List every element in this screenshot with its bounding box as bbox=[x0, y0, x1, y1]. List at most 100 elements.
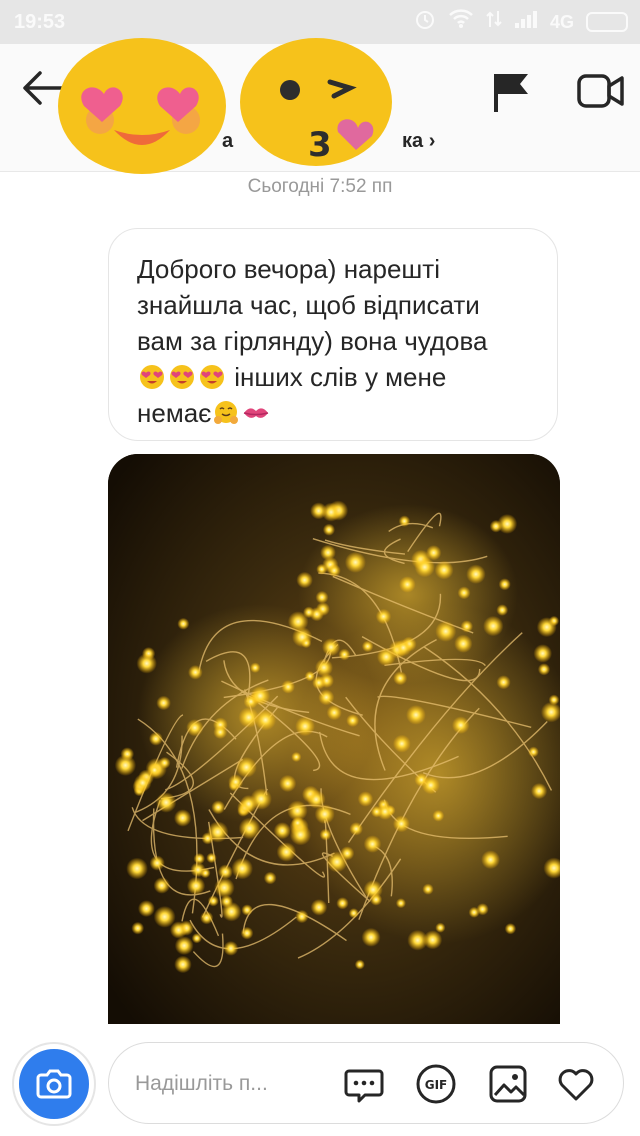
garland-bulb bbox=[496, 604, 509, 616]
garland-bulb bbox=[370, 805, 383, 818]
network-label: 4G bbox=[549, 11, 574, 32]
camera-icon bbox=[36, 1069, 72, 1099]
garland-bulb bbox=[548, 694, 560, 706]
garland-bulb bbox=[346, 714, 360, 728]
garland-bulb bbox=[239, 794, 258, 813]
garland-bulb bbox=[357, 791, 374, 807]
like-button[interactable] bbox=[555, 1063, 597, 1105]
garland-bulb bbox=[483, 615, 504, 637]
garland-bulb bbox=[312, 675, 326, 690]
garland-bulb bbox=[291, 751, 302, 763]
garland-bulb bbox=[186, 876, 206, 896]
garland-bulb bbox=[376, 647, 396, 667]
gallery-button[interactable] bbox=[487, 1063, 529, 1105]
garland-bulb bbox=[537, 663, 551, 676]
garland-bulb bbox=[340, 846, 355, 861]
garland-bulb bbox=[392, 734, 411, 753]
garland-bulb bbox=[148, 731, 163, 746]
data-transfer-icon bbox=[486, 9, 502, 35]
photo-message[interactable] bbox=[108, 454, 560, 1024]
garland-bulb bbox=[406, 705, 426, 725]
garland-bulb bbox=[319, 828, 332, 841]
chat-dots-icon bbox=[344, 1069, 384, 1103]
garland-bulb bbox=[536, 617, 557, 638]
garland-bulb bbox=[200, 911, 214, 925]
gif-icon: GIF bbox=[416, 1064, 456, 1104]
garland-bulb bbox=[435, 620, 457, 642]
sticker-button[interactable] bbox=[343, 1063, 385, 1105]
garland-bulb bbox=[454, 634, 473, 653]
video-call-button[interactable] bbox=[576, 70, 626, 114]
garland-bulb bbox=[155, 792, 177, 813]
message-text: Доброго вечора) нарешті знайшла час, щоб… bbox=[137, 251, 547, 431]
garland-bulb bbox=[223, 940, 239, 956]
battery-icon bbox=[586, 12, 628, 32]
camera-button[interactable] bbox=[14, 1044, 94, 1124]
garland-bulb bbox=[191, 933, 202, 944]
heart-eyes-emoji bbox=[58, 38, 226, 174]
svg-text:GIF: GIF bbox=[425, 1078, 448, 1092]
garland-bulb bbox=[174, 936, 194, 956]
garland-bulb bbox=[295, 716, 315, 737]
garland-bulb bbox=[214, 877, 235, 898]
garland-bulb bbox=[217, 864, 233, 880]
heart-eyes-emoji-icon bbox=[140, 365, 164, 389]
garland-bulb bbox=[131, 921, 145, 935]
video-camera-icon bbox=[577, 74, 624, 108]
garland-bulb bbox=[314, 804, 335, 825]
garland-bulb bbox=[137, 900, 155, 918]
garland-bulb bbox=[336, 897, 349, 910]
garland-bulb bbox=[363, 835, 382, 853]
garland-bulb bbox=[528, 746, 539, 758]
svg-text:3: 3 bbox=[308, 125, 332, 165]
garland-bulb bbox=[207, 895, 219, 907]
flag-button[interactable] bbox=[490, 70, 534, 114]
garland-bulb bbox=[322, 638, 341, 657]
garland-bulb bbox=[395, 898, 406, 909]
garland-bulb bbox=[149, 855, 165, 871]
heart-eyes-emoji-icon bbox=[200, 365, 224, 389]
garland-bulb bbox=[186, 719, 204, 737]
garland-bulb bbox=[399, 576, 416, 593]
garland-bulb bbox=[533, 644, 553, 663]
flag-icon bbox=[494, 74, 528, 112]
garland-bulb bbox=[276, 842, 297, 862]
garland-bulb bbox=[498, 578, 511, 591]
garland-bulb bbox=[466, 564, 486, 584]
garland-bulb bbox=[392, 815, 410, 833]
garland-bulb bbox=[435, 922, 446, 933]
garland-bulb bbox=[213, 725, 228, 740]
garland-bulb bbox=[375, 608, 392, 625]
garland-bulb bbox=[407, 929, 428, 951]
garland-bulb bbox=[188, 664, 203, 680]
garland-bulb bbox=[174, 955, 192, 974]
garland-bulb bbox=[177, 617, 190, 630]
garland-bulb bbox=[344, 551, 366, 573]
garland-bulb bbox=[273, 822, 291, 840]
garland-bulb bbox=[434, 560, 454, 580]
garland-bulb bbox=[315, 658, 334, 677]
message-line: Доброго вечора) нарешті bbox=[137, 254, 440, 284]
contact-name-end: ка › bbox=[402, 130, 436, 152]
garland-bulb bbox=[394, 639, 412, 657]
message-input[interactable] bbox=[135, 1069, 315, 1099]
message-line: вам за гірлянду) вона чудова bbox=[137, 326, 488, 356]
garland-bulb bbox=[241, 904, 253, 916]
garland-bulb bbox=[432, 809, 445, 822]
message-line: інших слів у мене bbox=[137, 359, 547, 395]
message-composer: GIF bbox=[0, 1024, 640, 1136]
garland-bulb bbox=[303, 606, 315, 619]
garland-bulb bbox=[126, 857, 148, 880]
garland-bulb bbox=[240, 926, 254, 940]
garland-bulb bbox=[354, 959, 365, 970]
message-bubble[interactable]: Доброго вечора) нарешті знайшла час, щоб… bbox=[108, 228, 558, 441]
status-time: 19:53 bbox=[14, 11, 66, 33]
message-input-container: GIF bbox=[108, 1042, 624, 1124]
garland-bulb bbox=[133, 773, 152, 792]
garland-bulb bbox=[457, 586, 471, 600]
gif-button[interactable]: GIF bbox=[415, 1063, 457, 1105]
garland-bulb bbox=[301, 637, 312, 649]
heart-eyes-emoji-icon bbox=[170, 365, 194, 389]
garland-bulb bbox=[235, 756, 257, 778]
wifi-icon bbox=[448, 9, 474, 35]
